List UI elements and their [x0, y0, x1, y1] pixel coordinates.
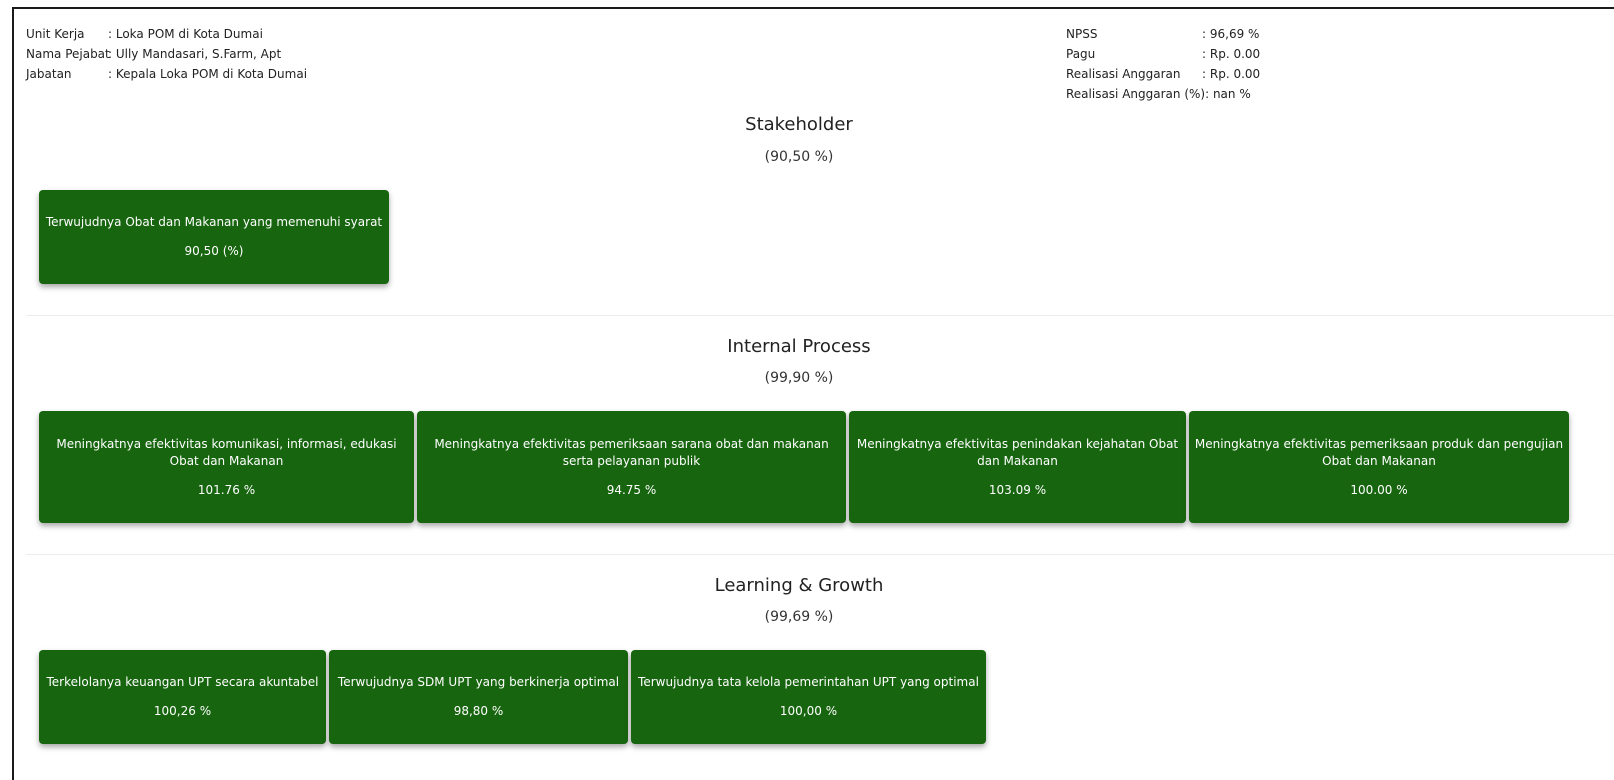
pagu-label: Pagu: [1066, 47, 1096, 61]
pagu-value: : Rp. 0.00: [1202, 47, 1261, 61]
learning-growth-score: (99,69 %): [764, 609, 834, 625]
objective-value: 100.00 %: [1350, 482, 1408, 497]
realisasi-label: Realisasi Anggaran: [1066, 67, 1181, 81]
objective-label: Terwujudnya tata kelola pemerintahan UPT…: [638, 675, 979, 689]
objective-value: 100,00 %: [779, 704, 838, 718]
learning-growth-cards: Terkelolanya keuangan UPT secara akuntab…: [39, 650, 986, 744]
objective-card[interactable]: Terwujudnya SDM UPT yang berkinerja opti…: [329, 650, 628, 744]
nama-pejabat-value: : Ully Mandasari, S.Farm, Apt: [108, 47, 282, 61]
objective-label: Terwujudnya Obat dan Makanan yang memenu…: [45, 215, 383, 229]
objective-value: 100,26 %: [153, 704, 212, 718]
stakeholder-cards: Terwujudnya Obat dan Makanan yang memenu…: [39, 190, 389, 284]
unit-kerja-label: Unit Kerja: [26, 27, 85, 41]
objective-card[interactable]: Meningkatnya efektivitas penindakan keja…: [849, 411, 1186, 523]
objective-label: Meningkatnya efektivitas penindakan keja…: [856, 436, 1179, 468]
objective-label: Meningkatnya efektivitas pemeriksaan sar…: [434, 436, 829, 468]
section-divider: [26, 315, 1614, 316]
dashboard-panel: Unit Kerja : Loka POM di Kota Dumai Nama…: [12, 7, 1614, 780]
info-row-nama: Nama Pejabat : Ully Mandasari, S.Farm, A…: [26, 44, 307, 64]
info-row-pagu: Pagu : Rp. 0.00: [1066, 44, 1260, 64]
objective-label: Meningkatnya efektivitas pemeriksaan pro…: [1194, 436, 1564, 468]
objective-value: 101.76 %: [197, 482, 256, 497]
objective-card[interactable]: Meningkatnya efektivitas pemeriksaan pro…: [1189, 411, 1569, 523]
realisasi-pct-value: : nan %: [1205, 87, 1251, 101]
objective-label: Terwujudnya SDM UPT yang berkinerja opti…: [337, 675, 620, 689]
internal-process-cards: Meningkatnya efektivitas komunikasi, inf…: [39, 411, 1569, 523]
objective-label: Meningkatnya efektivitas komunikasi, inf…: [56, 436, 397, 468]
objective-value: 94.75 %: [606, 482, 657, 497]
learning-growth-title: Learning & Growth: [714, 575, 884, 596]
realisasi-value: : Rp. 0.00: [1202, 67, 1261, 81]
officer-info: Unit Kerja : Loka POM di Kota Dumai Nama…: [26, 24, 307, 84]
internal-process-score: (99,90 %): [764, 370, 834, 386]
nama-pejabat-label: Nama Pejabat: [26, 47, 110, 61]
objective-value: 98,80 %: [453, 704, 504, 718]
info-row-npss: NPSS : 96,69 %: [1066, 24, 1260, 44]
npss-label: NPSS: [1066, 27, 1098, 41]
objective-card[interactable]: Meningkatnya efektivitas komunikasi, inf…: [39, 411, 414, 523]
jabatan-label: Jabatan: [26, 67, 72, 81]
info-row-unit: Unit Kerja : Loka POM di Kota Dumai: [26, 24, 307, 44]
jabatan-value: : Kepala Loka POM di Kota Dumai: [108, 67, 308, 81]
section-divider: [26, 554, 1614, 555]
objective-card[interactable]: Terkelolanya keuangan UPT secara akuntab…: [39, 650, 326, 744]
objective-value: 103.09 %: [988, 482, 1047, 497]
budget-info: NPSS : 96,69 % Pagu : Rp. 0.00 Realisasi…: [1066, 24, 1260, 104]
stakeholder-score: (90,50 %): [764, 149, 834, 165]
info-row-realisasi-pct: Realisasi Anggaran (%) : nan %: [1066, 84, 1260, 104]
objective-card[interactable]: Terwujudnya Obat dan Makanan yang memenu…: [39, 190, 389, 284]
npss-value: : 96,69 %: [1202, 27, 1260, 41]
info-row-jabatan: Jabatan : Kepala Loka POM di Kota Dumai: [26, 64, 307, 84]
objective-value: 90,50 (%): [184, 244, 244, 258]
realisasi-pct-label: Realisasi Anggaran (%): [1066, 87, 1206, 101]
objective-card[interactable]: Terwujudnya tata kelola pemerintahan UPT…: [631, 650, 986, 744]
unit-kerja-value: : Loka POM di Kota Dumai: [108, 27, 263, 41]
internal-process-title: Internal Process: [727, 336, 871, 357]
objective-card[interactable]: Meningkatnya efektivitas pemeriksaan sar…: [417, 411, 846, 523]
objective-label: Terkelolanya keuangan UPT secara akuntab…: [46, 675, 319, 689]
stakeholder-title: Stakeholder: [745, 114, 853, 135]
info-row-realisasi: Realisasi Anggaran : Rp. 0.00: [1066, 64, 1260, 84]
